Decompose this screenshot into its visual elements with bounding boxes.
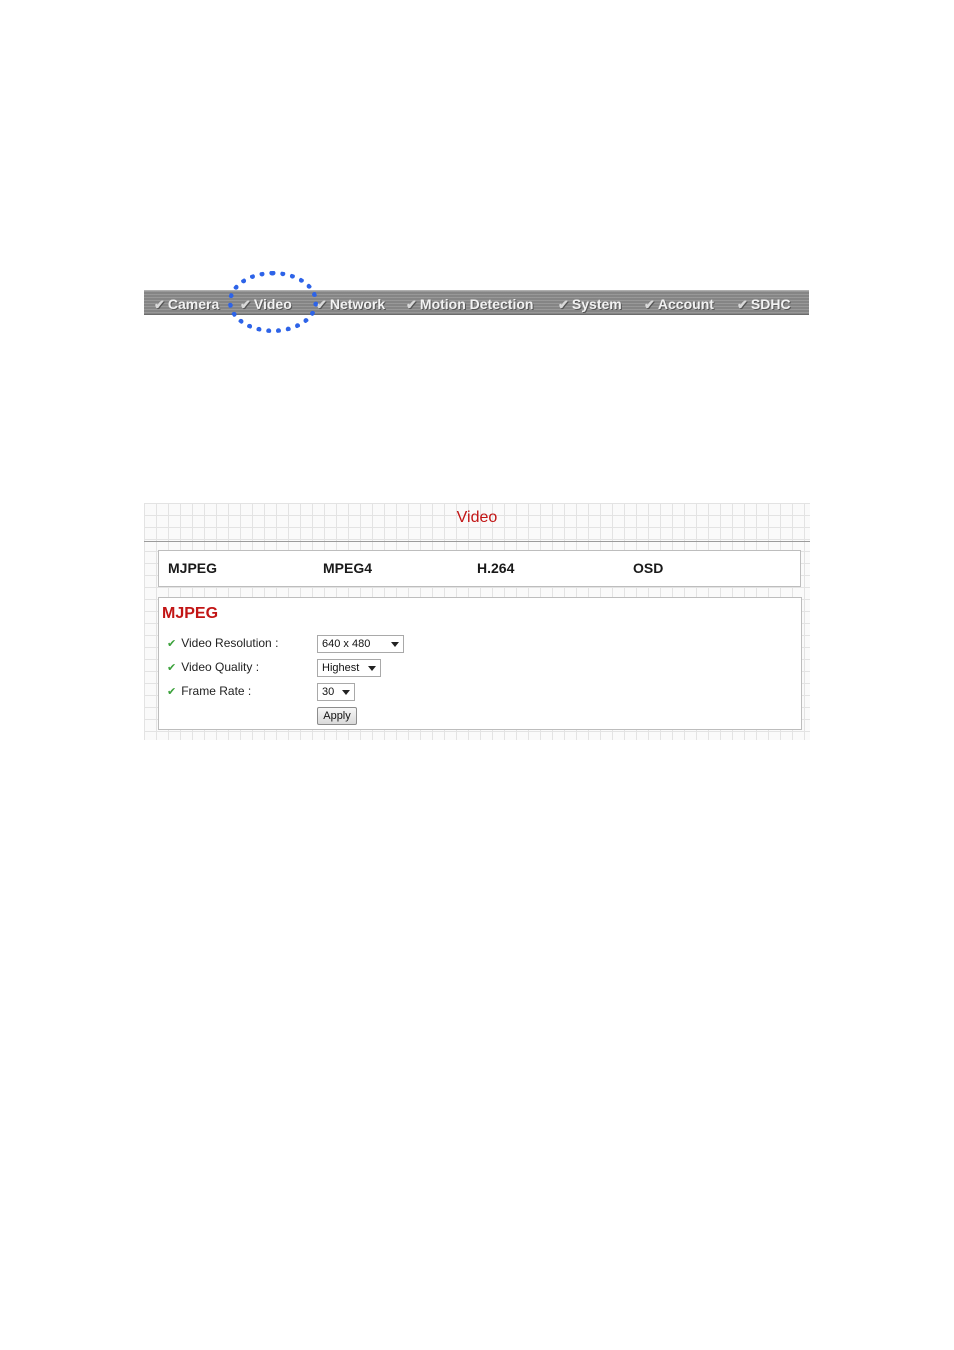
check-icon: ✔ bbox=[240, 297, 251, 312]
nav-item-motion-detection[interactable]: ✔ Motion Detection bbox=[406, 294, 533, 314]
nav-item-label: Video bbox=[253, 296, 292, 312]
video-quality-label: ✔ Video Quality : bbox=[167, 660, 259, 674]
field-label: Video Resolution : bbox=[181, 636, 279, 650]
chevron-down-icon bbox=[342, 690, 350, 695]
check-icon: ✔ bbox=[406, 297, 417, 312]
nav-item-system[interactable]: ✔ System bbox=[558, 294, 622, 314]
check-icon: ✔ bbox=[558, 297, 569, 312]
check-icon: ✔ bbox=[737, 297, 748, 312]
check-icon: ✔ bbox=[316, 297, 327, 312]
apply-button[interactable]: Apply bbox=[317, 707, 357, 725]
nav-item-label: Motion Detection bbox=[419, 296, 534, 312]
select-value: 640 x 480 bbox=[322, 638, 371, 650]
codec-tabs: MJPEG MPEG4 H.264 OSD bbox=[158, 550, 801, 587]
video-settings-panel: Video MJPEG MPEG4 H.264 OSD MJPEG ✔ Video… bbox=[144, 503, 810, 740]
nav-item-video[interactable]: ✔ Video bbox=[240, 294, 292, 314]
select-value: 30 bbox=[322, 686, 335, 698]
nav-item-label: Camera bbox=[167, 296, 220, 312]
nav-item-label: Account bbox=[657, 296, 714, 312]
frame-rate-select[interactable]: 30 bbox=[317, 683, 355, 701]
tab-mpeg4[interactable]: MPEG4 bbox=[323, 560, 372, 576]
top-nav-bar: ✔ Camera ✔ Video ✔ Network ✔ Motion Detectio… bbox=[144, 290, 809, 315]
page-title: Video bbox=[456, 509, 498, 526]
video-resolution-select[interactable]: 640 x 480 bbox=[317, 635, 404, 653]
tab-h264[interactable]: H.264 bbox=[477, 560, 514, 576]
nav-item-camera[interactable]: ✔ Camera bbox=[154, 294, 219, 314]
chevron-down-icon bbox=[368, 666, 376, 671]
tab-mjpeg[interactable]: MJPEG bbox=[168, 560, 217, 576]
nav-item-account[interactable]: ✔ Account bbox=[644, 294, 714, 314]
frame-rate-label: ✔ Frame Rate : bbox=[167, 684, 251, 698]
check-icon: ✔ bbox=[167, 662, 177, 674]
field-label: Video Quality : bbox=[181, 660, 260, 674]
video-quality-select[interactable]: Highest bbox=[317, 659, 381, 677]
check-icon: ✔ bbox=[167, 686, 177, 698]
nav-item-label: System bbox=[571, 296, 622, 312]
title-divider bbox=[144, 541, 810, 542]
mjpeg-settings: MJPEG ✔ Video Resolution : 640 x 480 ✔ Vid… bbox=[158, 597, 802, 730]
select-value: Highest bbox=[322, 662, 360, 674]
check-icon: ✔ bbox=[644, 297, 655, 312]
section-title: MJPEG bbox=[162, 605, 219, 622]
nav-item-sdhc[interactable]: ✔ SDHC bbox=[737, 294, 791, 314]
check-icon: ✔ bbox=[154, 297, 165, 312]
chevron-down-icon bbox=[391, 642, 399, 647]
check-icon: ✔ bbox=[167, 638, 177, 650]
nav-item-label: SDHC bbox=[750, 296, 791, 312]
field-label: Frame Rate : bbox=[181, 684, 252, 698]
tab-osd[interactable]: OSD bbox=[633, 560, 663, 576]
nav-item-label: Network bbox=[329, 296, 386, 312]
video-resolution-label: ✔ Video Resolution : bbox=[167, 636, 278, 650]
nav-item-network[interactable]: ✔ Network bbox=[316, 294, 385, 314]
